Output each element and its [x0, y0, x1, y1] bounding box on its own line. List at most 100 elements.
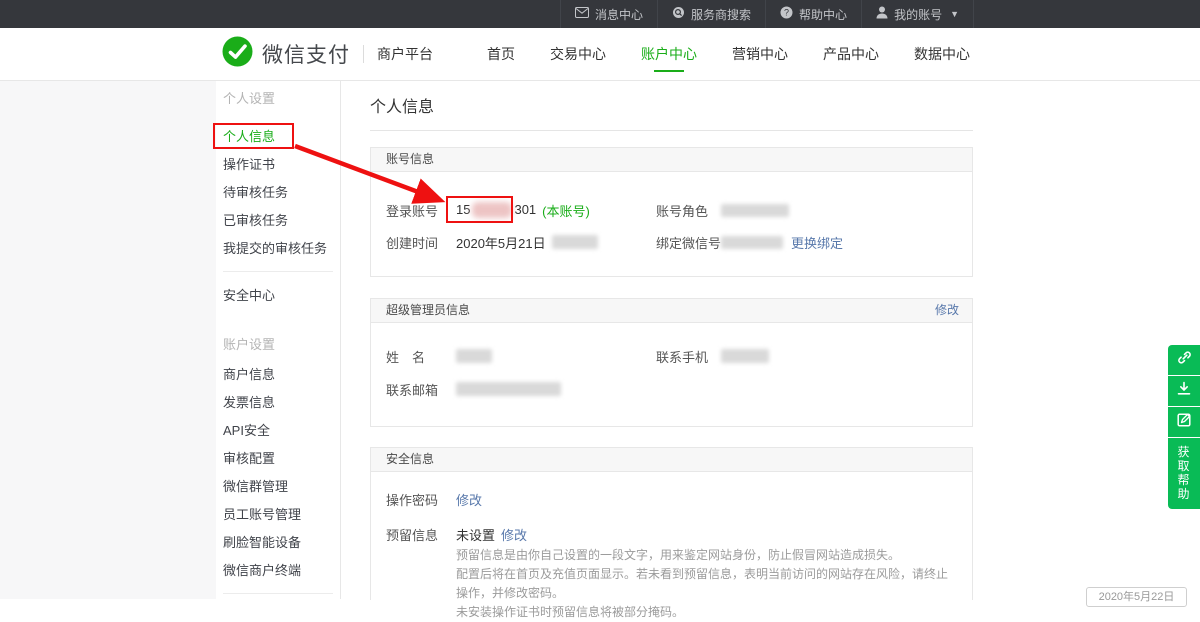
account-card-header: 账号信息 — [371, 148, 972, 172]
reserved-info-value: 未设置 修改 — [456, 525, 527, 544]
topbar-item-label: 消息中心 — [595, 6, 643, 23]
security-card-header: 安全信息 — [371, 448, 972, 472]
header: 微信支付 商户平台 首页 交易中心 账户中心 营销中心 产品中心 数据中心 — [0, 28, 1200, 81]
topbar-item-label: 服务商搜索 — [691, 6, 751, 23]
nav-home[interactable]: 首页 — [487, 44, 515, 64]
float-download-button[interactable] — [1168, 376, 1200, 406]
nav-data-center[interactable]: 数据中心 — [914, 44, 970, 64]
sidebar-section-account-settings: 账户设置 — [223, 331, 340, 359]
reserved-info-row: 预留信息 未设置 修改 — [371, 524, 972, 544]
wechat-pay-logo-icon — [222, 36, 253, 72]
logo-divider — [363, 45, 364, 63]
sidebar-item-reviewed-tasks[interactable]: 已审核任务 — [223, 207, 340, 235]
reserved-info-label: 预留信息 — [386, 525, 438, 544]
get-help-char-2: 取 — [1168, 459, 1200, 473]
admin-card-title: 超级管理员信息 — [386, 299, 470, 322]
created-time-row: 创建时间 2020年5月21日 绑定微信号 更换绑定 — [371, 232, 972, 252]
sidebar-item-merchant-info[interactable]: 商户信息 — [223, 361, 340, 389]
logo-text: 微信支付 — [262, 39, 350, 69]
account-info-card: 账号信息 登录账号 15301 (本账号) 账号角色 创建时间 2020年5月2… — [370, 147, 973, 277]
sidebar: 个人设置 个人信息 操作证书 待审核任务 已审核任务 我提交的审核任务 安全中心… — [216, 81, 341, 599]
sidebar-item-staff-account-mgmt[interactable]: 员工账号管理 — [223, 501, 340, 529]
topbar: 消息中心 服务商搜索 ? 帮助中心 我的账号 ▼ — [0, 0, 1200, 28]
sidebar-section-personal-settings: 个人设置 — [223, 85, 340, 113]
topbar-service-search[interactable]: 服务商搜索 — [657, 0, 765, 28]
topbar-item-label: 帮助中心 — [799, 6, 847, 23]
description-line: 未安装操作证书时预留信息将被部分掩码。 — [456, 603, 956, 622]
sidebar-item-security-center[interactable]: 安全中心 — [223, 282, 340, 310]
security-info-card: 安全信息 操作密码 修改 预留信息 未设置 修改 预留信息是由你自己设置的一段文… — [370, 447, 973, 600]
sidebar-item-operation-certificate[interactable]: 操作证书 — [223, 151, 340, 179]
nav-product-center[interactable]: 产品中心 — [823, 44, 879, 64]
nav-marketing-center[interactable]: 营销中心 — [732, 44, 788, 64]
sidebar-item-my-submitted-tasks[interactable]: 我提交的审核任务 — [223, 235, 340, 263]
redacted-wechat-id — [721, 236, 783, 249]
admin-name-row: 姓 名 联系手机 — [371, 346, 972, 366]
float-link-button[interactable] — [1168, 345, 1200, 375]
logo[interactable]: 微信支付 商户平台 — [222, 28, 433, 80]
sidebar-item-pending-review-tasks[interactable]: 待审核任务 — [223, 179, 340, 207]
float-feedback-button[interactable] — [1168, 407, 1200, 437]
get-help-char-4: 助 — [1168, 487, 1200, 501]
search-icon — [672, 6, 685, 22]
rebind-link[interactable]: 更换绑定 — [791, 233, 843, 252]
link-icon — [1177, 350, 1192, 370]
created-time-label: 创建时间 — [386, 233, 438, 252]
sidebar-item-wechat-merchant-terminal[interactable]: 微信商户终端 — [223, 557, 340, 585]
get-help-char-3: 帮 — [1168, 473, 1200, 487]
topbar-help-center[interactable]: ? 帮助中心 — [765, 0, 861, 28]
topbar-item-label: 我的账号 — [894, 6, 942, 23]
reserved-info-status: 未设置 — [456, 525, 495, 544]
admin-phone-label: 联系手机 — [656, 347, 708, 366]
password-modify-link[interactable]: 修改 — [456, 490, 482, 509]
sidebar-divider — [223, 593, 333, 594]
operation-password-value: 修改 — [456, 490, 482, 509]
created-time-value: 2020年5月21日 — [456, 233, 598, 252]
main-nav: 首页 交易中心 账户中心 营销中心 产品中心 数据中心 — [487, 28, 970, 80]
description-line: 预留信息是由你自己设置的一段文字，用来鉴定网站身份，防止假冒网站造成损失。 — [456, 546, 956, 565]
admin-email-label: 联系邮箱 — [386, 380, 438, 399]
sidebar-item-invoice-info[interactable]: 发票信息 — [223, 389, 340, 417]
chevron-down-icon: ▼ — [950, 9, 959, 19]
account-role-label: 账号角色 — [656, 201, 708, 220]
mail-icon — [575, 7, 589, 21]
bound-wechat-value: 更换绑定 — [721, 233, 843, 252]
help-icon: ? — [780, 6, 793, 22]
admin-modify-link[interactable]: 修改 — [935, 299, 959, 322]
current-account-note: (本账号) — [542, 201, 590, 220]
nav-transaction-center[interactable]: 交易中心 — [550, 44, 606, 64]
redacted-account-middle — [472, 202, 512, 218]
redacted-email — [456, 382, 561, 396]
login-account-number: 15301 — [456, 202, 536, 219]
sidebar-divider — [223, 271, 333, 272]
sidebar-item-review-config[interactable]: 审核配置 — [223, 445, 340, 473]
sidebar-item-api-security[interactable]: API安全 — [223, 417, 340, 445]
download-icon — [1177, 381, 1191, 401]
security-card-title: 安全信息 — [386, 448, 434, 471]
reserved-info-description: 预留信息是由你自己设置的一段文字，用来鉴定网站身份，防止假冒网站造成损失。 配置… — [456, 546, 956, 622]
redacted-name — [456, 349, 492, 363]
redacted-role — [721, 204, 789, 217]
sidebar-item-face-smart-device[interactable]: 刷脸智能设备 — [223, 529, 340, 557]
topbar-message-center[interactable]: 消息中心 — [560, 0, 657, 28]
sidebar-item-wechat-group-mgmt[interactable]: 微信群管理 — [223, 473, 340, 501]
login-account-value: 15301 (本账号) — [456, 201, 590, 220]
admin-name-label: 姓 名 — [386, 347, 425, 366]
operation-password-row: 操作密码 修改 — [371, 489, 972, 509]
topbar-my-account[interactable]: 我的账号 ▼ — [861, 0, 974, 28]
login-account-label: 登录账号 — [386, 201, 438, 220]
get-help-button[interactable]: 获 取 帮 助 — [1168, 438, 1200, 509]
get-help-char-1: 获 — [1168, 445, 1200, 459]
login-account-row: 登录账号 15301 (本账号) 账号角色 — [371, 200, 972, 220]
sidebar-item-personal-info[interactable]: 个人信息 — [223, 123, 340, 151]
page-left-background — [0, 81, 216, 599]
bound-wechat-label: 绑定微信号 — [656, 233, 721, 252]
floating-help-toolbar: 获 取 帮 助 — [1168, 345, 1200, 509]
super-admin-card: 超级管理员信息 修改 姓 名 联系手机 联系邮箱 — [370, 298, 973, 427]
admin-email-row: 联系邮箱 — [371, 379, 972, 399]
date-badge: 2020年5月22日 — [1086, 587, 1187, 607]
nav-account-center[interactable]: 账户中心 — [641, 44, 697, 64]
admin-card-header: 超级管理员信息 修改 — [371, 299, 972, 323]
description-line: 配置后将在首页及充值页面显示。若未看到预留信息，表明当前访问的网站存在风险，请终… — [456, 565, 956, 603]
reserved-modify-link[interactable]: 修改 — [501, 525, 527, 544]
